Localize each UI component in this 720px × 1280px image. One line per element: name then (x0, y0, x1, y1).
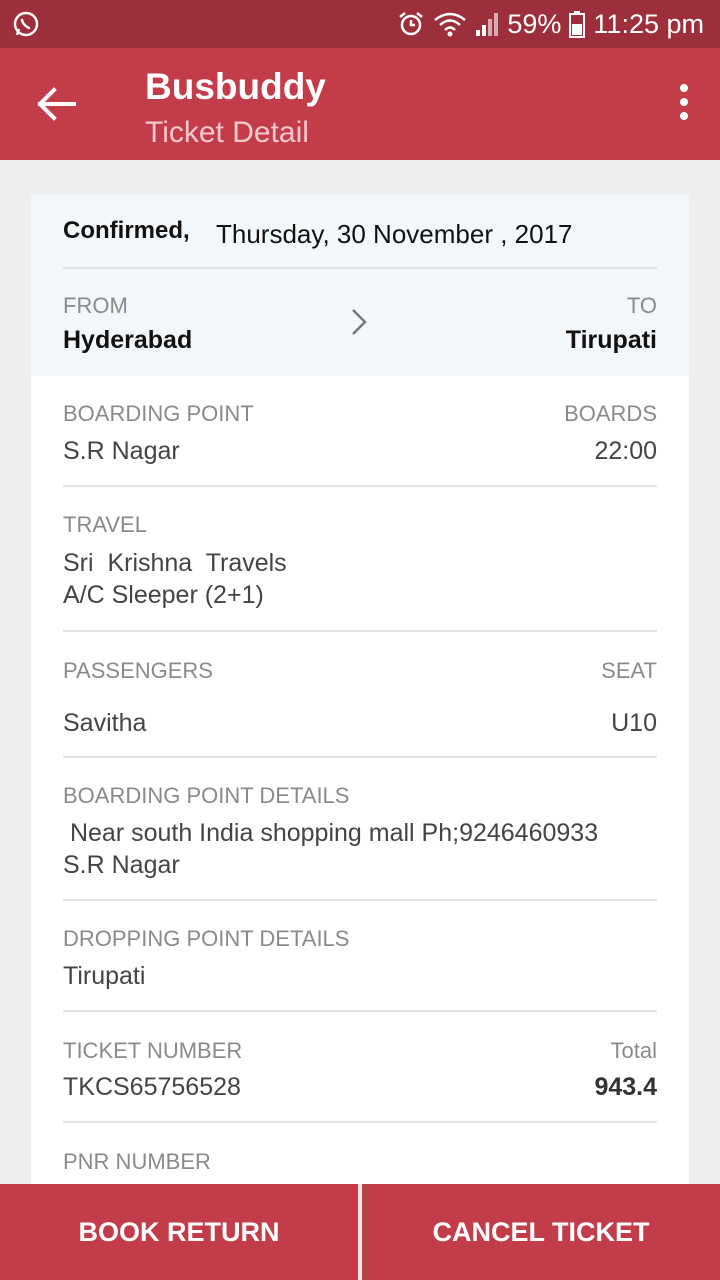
book-return-button[interactable]: BOOK RETURN (0, 1184, 358, 1280)
bottom-action-bar: BOOK RETURN CANCEL TICKET (0, 1184, 720, 1280)
divider (63, 485, 657, 487)
chevron-right-icon (352, 309, 367, 335)
ticket-card: Confirmed, Thursday, 30 November , 2017 … (31, 195, 689, 1185)
divider (63, 267, 657, 269)
signal-icon (476, 13, 499, 36)
back-arrow-icon[interactable] (30, 84, 82, 124)
whatsapp-icon (13, 11, 39, 37)
app-title: Busbuddy (145, 66, 326, 107)
from-label: FROM (63, 293, 128, 318)
passenger-name: Savitha (63, 709, 147, 737)
bus-type: A/C Sleeper (2+1) (63, 581, 264, 609)
dropping-details-label: DROPPING POINT DETAILS (63, 926, 350, 951)
divider (63, 1121, 657, 1123)
travel-label: TRAVEL (63, 512, 147, 537)
overflow-menu-icon[interactable] (676, 84, 692, 124)
divider (63, 899, 657, 901)
status-bar: 59% 11:25 pm (0, 0, 720, 48)
dropping-details-value: Tirupati (63, 962, 146, 990)
ticket-status: Confirmed, (63, 217, 190, 244)
total-amount: 943.4 (594, 1073, 657, 1101)
travel-operator: Sri Krishna Travels (63, 549, 287, 577)
seat-label: SEAT (601, 658, 657, 683)
wifi-icon (434, 12, 467, 37)
boarding-details-address: Near south India shopping mall Ph;924646… (63, 819, 599, 847)
total-label: Total (610, 1038, 657, 1063)
ticket-number-label: TICKET NUMBER (63, 1038, 243, 1063)
boards-label: BOARDS (564, 401, 657, 426)
battery-icon (569, 11, 586, 38)
screen-subtitle: Ticket Detail (145, 116, 309, 149)
boarding-point-label: BOARDING POINT (63, 401, 254, 426)
divider (63, 756, 657, 758)
battery-percent: 59% (507, 8, 562, 39)
boarding-details-label: BOARDING POINT DETAILS (63, 783, 350, 808)
alarm-icon (399, 12, 424, 36)
divider (63, 630, 657, 632)
clock: 11:25 pm (593, 8, 704, 39)
ticket-number: TKCS65756528 (63, 1073, 241, 1101)
journey-date: Thursday, 30 November , 2017 (216, 219, 573, 249)
to-label: TO (626, 293, 657, 318)
pnr-label: PNR NUMBER (63, 1149, 211, 1174)
passengers-label: PASSENGERS (63, 658, 213, 683)
boards-time: 22:00 (594, 437, 657, 465)
to-city: Tirupati (565, 326, 657, 354)
divider (63, 1010, 657, 1012)
boarding-point-value: S.R Nagar (63, 437, 180, 465)
boarding-details-area: S.R Nagar (63, 851, 180, 879)
seat-number: U10 (611, 709, 657, 737)
cancel-ticket-button[interactable]: CANCEL TICKET (362, 1184, 720, 1280)
app-bar: Busbuddy Ticket Detail (0, 48, 720, 160)
from-city: Hyderabad (63, 326, 193, 354)
ticket-header: Confirmed, Thursday, 30 November , 2017 … (31, 195, 689, 376)
